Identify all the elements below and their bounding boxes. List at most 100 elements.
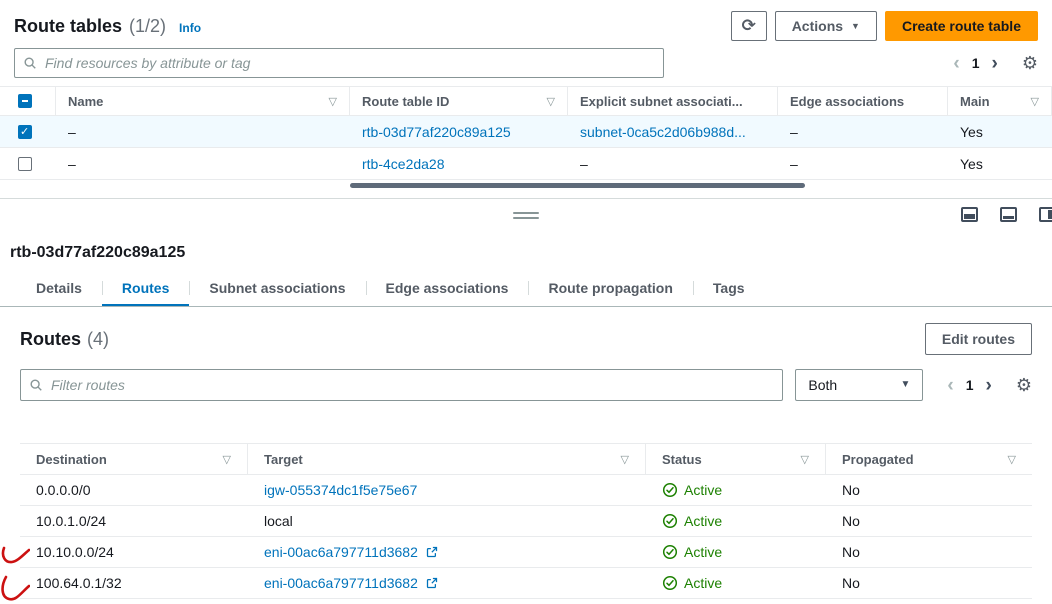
tab-details[interactable]: Details [16,272,102,306]
panel-header: Route tables (1/2) Info ⟳ Actions ▼ Crea… [0,8,1052,44]
row-checkbox[interactable] [18,157,32,171]
main-value: Yes [960,156,983,172]
column-header-route-table-id[interactable]: Route table ID ▽ [350,87,568,115]
select-all-checkbox[interactable] [18,94,32,108]
actions-button[interactable]: Actions ▼ [775,11,877,41]
routes-filter-box [20,369,783,401]
detail-panel: rtb-03d77af220c89a125 Details Routes Sub… [0,244,1052,599]
refresh-button[interactable]: ⟳ [731,11,767,41]
routes-title: Routes [20,329,81,350]
explicit-subnet-cell: – [568,156,778,172]
sort-icon[interactable]: ▽ [547,95,555,108]
name-value: – [68,124,76,140]
route-table-row-rtb-4ce2da28[interactable]: – rtb-4ce2da28 – – Yes [0,148,1052,180]
route-table-id-link[interactable]: rtb-4ce2da28 [362,156,445,172]
row-select-cell [0,125,56,139]
status-active-icon [662,575,678,591]
info-link[interactable]: Info [179,21,201,35]
route-scope-value: Both [808,377,837,393]
subnet-association-link[interactable]: – [580,156,588,172]
resource-search-input[interactable] [14,48,664,78]
destination-cell: 100.64.0.1/32 [20,575,248,591]
panel-bottom-layout-icon[interactable] [961,207,978,222]
target-link[interactable]: eni-00ac6a797711d3682 [264,575,418,591]
status-value: Active [684,544,722,560]
sort-icon[interactable]: ▽ [1008,453,1016,466]
horizontal-scrollbar-thumb[interactable] [350,183,805,188]
sort-icon[interactable]: ▽ [1031,95,1039,108]
destination-cell: 10.0.1.0/24 [20,513,248,529]
column-header-destination[interactable]: Destination ▽ [20,444,248,474]
prev-page-button[interactable]: ‹ [947,376,953,395]
edit-routes-button[interactable]: Edit routes [925,323,1032,355]
main-cell: Yes [948,156,1052,172]
tab-tags[interactable]: Tags [693,272,765,306]
column-header-propagated[interactable]: Propagated ▽ [826,444,1032,474]
target-link[interactable]: local [264,513,293,529]
sort-icon[interactable]: ▽ [223,453,231,466]
column-header-edge-associations[interactable]: Edge associations [778,87,948,115]
routes-settings-gear-icon[interactable]: ⚙ [1016,376,1032,394]
status-cell: Active [646,575,826,591]
target-cell: local [248,513,646,529]
table-pagination: ‹ 1 › ⚙ [953,54,1038,73]
target-cell: eni-00ac6a797711d3682 [248,544,646,560]
column-header-target[interactable]: Target ▽ [248,444,646,474]
route-table-id-link[interactable]: rtb-03d77af220c89a125 [362,124,511,140]
tab-routes[interactable]: Routes [102,272,189,306]
subnet-association-link[interactable]: subnet-0ca5c2d06b988d... [580,124,746,140]
panel-split-layout-icon[interactable] [1000,207,1017,222]
tab-subnet-associations[interactable]: Subnet associations [189,272,365,306]
explicit-subnet-cell: subnet-0ca5c2d06b988d... [568,124,778,140]
column-header-status[interactable]: Status ▽ [646,444,826,474]
prev-page-button[interactable]: ‹ [953,54,959,73]
column-label: Route table ID [362,94,449,109]
target-cell: igw-055374dc1f5e75e67 [248,482,646,498]
destination-cell: 0.0.0.0/0 [20,482,248,498]
edge-value: – [790,156,798,172]
external-link-icon [426,546,438,558]
status-active-icon [662,482,678,498]
column-label: Status [662,452,702,467]
routes-card: Routes (4) Edit routes Both ▼ ‹ 1 › ⚙ [0,307,1052,599]
create-route-table-button[interactable]: Create route table [885,11,1038,41]
sort-icon[interactable]: ▽ [801,453,809,466]
row-select-cell [0,157,56,171]
routes-filter-input[interactable] [20,369,783,401]
edge-value: – [790,124,798,140]
tab-edge-associations[interactable]: Edge associations [366,272,529,306]
route-table-row-rtb-03d77af220c89a125[interactable]: – rtb-03d77af220c89a125 subnet-0ca5c2d06… [0,116,1052,148]
sort-icon[interactable]: ▽ [621,453,629,466]
tab-route-propagation[interactable]: Route propagation [528,272,692,306]
propagated-value: No [842,575,860,591]
panel-layout-controls [961,207,1052,222]
split-panel-drag-handle[interactable] [513,212,539,222]
table-settings-gear-icon[interactable]: ⚙ [1022,54,1038,72]
name-cell: – [56,124,350,140]
panel-side-layout-icon[interactable] [1039,207,1052,222]
horizontal-scrollbar [0,182,1052,190]
row-checkbox[interactable] [18,125,32,139]
name-value: – [68,156,76,172]
column-header-main[interactable]: Main ▽ [948,87,1052,115]
destination-value: 10.0.1.0/24 [36,513,106,529]
target-link[interactable]: igw-055374dc1f5e75e67 [264,482,417,498]
next-page-button[interactable]: › [986,376,992,395]
current-page[interactable]: 1 [966,377,974,393]
current-page[interactable]: 1 [972,55,980,71]
target-link[interactable]: eni-00ac6a797711d3682 [264,544,418,560]
column-label: Destination [36,452,107,467]
routes-card-header: Routes (4) Edit routes [20,323,1032,355]
routes-table-header: Destination ▽ Target ▽ Status ▽ Propagat… [20,443,1032,475]
column-header-explicit-subnet[interactable]: Explicit subnet associati... [568,87,778,115]
propagated-cell: No [826,482,1032,498]
next-page-button[interactable]: › [992,54,998,73]
route-row-100-64-0-1-32: 100.64.0.1/32 eni-00ac6a797711d3682 Acti… [20,568,1032,599]
sort-icon[interactable]: ▽ [329,95,337,108]
routes-filter-row: Both ▼ ‹ 1 › ⚙ [20,369,1032,401]
column-header-name[interactable]: Name ▽ [56,87,350,115]
propagated-value: No [842,482,860,498]
destination-value: 10.10.0.0/24 [36,544,114,560]
status-active-icon [662,544,678,560]
route-scope-select[interactable]: Both ▼ [795,369,923,401]
